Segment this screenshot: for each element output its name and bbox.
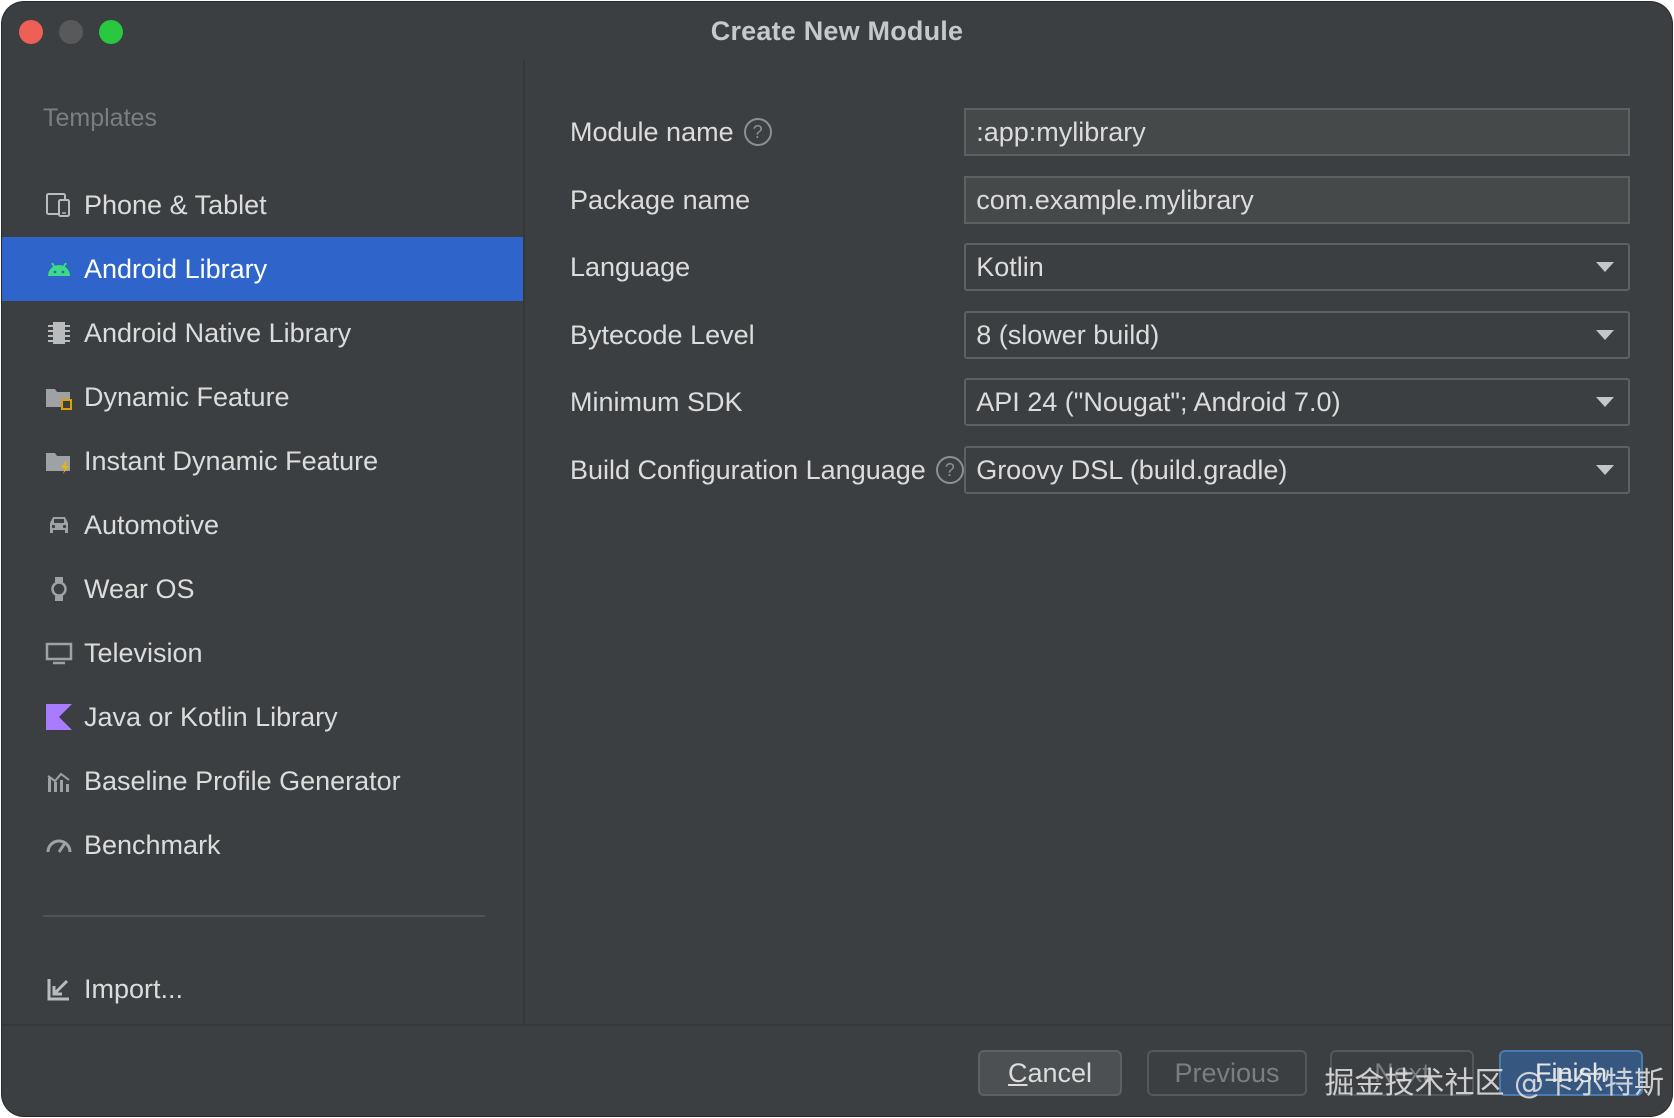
title-bar: Create New Module [2, 2, 1672, 60]
import-icon [44, 974, 74, 1004]
language-selected-value: Kotlin [976, 251, 1044, 282]
chip-icon [44, 318, 74, 348]
import-label: Import... [84, 973, 184, 1004]
template-item-phone-tablet[interactable]: Phone & Tablet [2, 173, 523, 237]
minimize-window-button[interactable] [59, 20, 83, 44]
previous-button[interactable]: Previous [1147, 1050, 1307, 1096]
module-settings-form: Module name ? Package name Language Kotl… [525, 60, 1672, 1024]
build-config-language-label: Build Configuration Language ? [570, 455, 964, 486]
module-name-input[interactable] [964, 108, 1630, 156]
chart-icon [44, 766, 74, 796]
dialog-footer: Cancel Previous Next Finish 掘金技术社区 @卡尔特斯 [2, 1024, 1672, 1116]
template-item-android-library[interactable]: Android Library [2, 237, 523, 301]
chevron-down-icon [1596, 397, 1614, 407]
template-item-instant-dynamic-feature[interactable]: Instant Dynamic Feature [2, 429, 523, 493]
templates-list: Phone & Tablet Android Library Android N… [2, 173, 523, 877]
sidebar-divider [43, 915, 485, 917]
template-item-android-native-library[interactable]: Android Native Library [2, 301, 523, 365]
package-name-input[interactable] [964, 176, 1630, 224]
build-config-language-row: Build Configuration Language ? Groovy DS… [570, 446, 1630, 494]
window-controls [19, 20, 123, 44]
template-item-label: Benchmark [84, 829, 221, 860]
template-item-label: Automotive [84, 509, 220, 540]
template-item-baseline-profile-generator[interactable]: Baseline Profile Generator [2, 749, 523, 813]
bytecode-level-label: Bytecode Level [570, 319, 755, 350]
module-name-label: Module name ? [570, 117, 964, 148]
import-button[interactable]: Import... [2, 957, 523, 1021]
template-item-television[interactable]: Television [2, 621, 523, 685]
phone-tablet-icon [44, 190, 74, 220]
language-dropdown[interactable]: Kotlin [964, 243, 1630, 291]
close-window-button[interactable] [19, 20, 43, 44]
cancel-button[interactable]: Cancel [978, 1050, 1122, 1096]
module-name-label-text: Module name [570, 116, 734, 147]
template-item-label: Television [84, 637, 203, 668]
template-item-label: Android Native Library [84, 317, 352, 348]
minimum-sdk-dropdown[interactable]: API 24 ("Nougat"; Android 7.0) [964, 378, 1630, 426]
cancel-label-rest: ancel [1027, 1057, 1093, 1088]
car-icon [44, 510, 74, 540]
templates-section-label: Templates [43, 104, 157, 132]
folder-lightning-icon [44, 446, 74, 476]
template-item-label: Phone & Tablet [84, 189, 267, 220]
template-item-label: Java or Kotlin Library [84, 701, 338, 732]
template-item-label: Wear OS [84, 573, 195, 604]
template-item-label: Instant Dynamic Feature [84, 445, 379, 476]
chevron-down-icon [1596, 330, 1614, 340]
folder-icon [44, 382, 74, 412]
watermark-text: 掘金技术社区 @卡尔特斯 [1324, 1066, 1664, 1101]
minimum-sdk-selected-value: API 24 ("Nougat"; Android 7.0) [976, 386, 1341, 417]
template-item-benchmark[interactable]: Benchmark [2, 813, 523, 877]
package-name-row: Package name [570, 176, 1630, 224]
zoom-window-button[interactable] [99, 20, 123, 44]
minimum-sdk-label: Minimum SDK [570, 386, 743, 417]
template-item-label: Baseline Profile Generator [84, 765, 401, 796]
chevron-down-icon [1596, 465, 1614, 475]
tv-icon [44, 638, 74, 668]
android-icon [44, 254, 74, 284]
module-name-row: Module name ? [570, 108, 1630, 156]
bytecode-level-selected-value: 8 (slower build) [976, 319, 1160, 350]
cancel-mnemonic: C [1007, 1057, 1028, 1088]
kotlin-icon [44, 702, 74, 732]
minimum-sdk-row: Minimum SDK API 24 ("Nougat"; Android 7.… [570, 378, 1630, 426]
bytecode-level-dropdown[interactable]: 8 (slower build) [964, 311, 1630, 359]
gauge-icon [44, 830, 74, 860]
window-title: Create New Module [710, 15, 964, 46]
language-label: Language [570, 251, 691, 282]
language-row: Language Kotlin [570, 243, 1630, 291]
create-new-module-dialog: Create New Module Templates Phone & Tabl… [2, 2, 1672, 1116]
build-config-language-selected-value: Groovy DSL (build.gradle) [976, 454, 1288, 485]
template-item-java-kotlin-library[interactable]: Java or Kotlin Library [2, 685, 523, 749]
help-icon[interactable]: ? [935, 456, 964, 484]
template-item-dynamic-feature[interactable]: Dynamic Feature [2, 365, 523, 429]
template-item-automotive[interactable]: Automotive [2, 493, 523, 557]
template-item-wear-os[interactable]: Wear OS [2, 557, 523, 621]
build-config-language-dropdown[interactable]: Groovy DSL (build.gradle) [964, 446, 1630, 494]
watch-icon [44, 574, 74, 604]
template-item-label: Dynamic Feature [84, 381, 290, 412]
package-name-label: Package name [570, 184, 751, 215]
template-item-label: Android Library [84, 253, 268, 284]
build-config-language-label-text: Build Configuration Language [570, 454, 926, 485]
chevron-down-icon [1596, 262, 1614, 272]
bytecode-level-row: Bytecode Level 8 (slower build) [570, 311, 1630, 359]
help-icon[interactable]: ? [743, 118, 772, 146]
templates-sidebar: Templates Phone & Tablet Android Library… [2, 60, 525, 1024]
